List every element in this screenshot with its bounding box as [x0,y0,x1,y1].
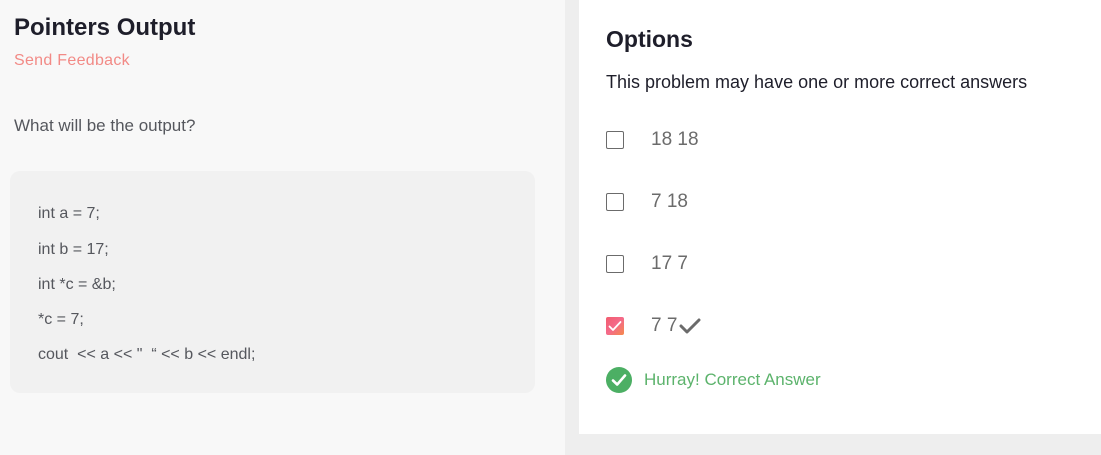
code-line: *c = 7; [38,311,84,328]
checkbox[interactable] [606,131,624,149]
result-text: Hurray! Correct Answer [644,370,821,389]
option-item[interactable]: 18 18 [606,126,906,154]
problem-panel: Pointers Output Send Feedback What will … [0,0,565,455]
options-subtitle: This problem may have one or more correc… [606,72,1028,92]
option-label: 17 7 [651,253,688,274]
code-line: int *c = &b; [38,276,116,293]
send-feedback-link[interactable]: Send Feedback [14,52,130,70]
option-label: 7 18 [651,191,688,212]
success-check-icon [606,367,632,393]
checkbox[interactable] [606,193,624,211]
result-message: Hurray! Correct Answer [606,367,821,393]
code-line: cout << a << " “ << b << endl; [38,346,256,363]
option-item[interactable]: 7 7 [606,312,906,340]
code-line: int a = 7; [38,205,100,222]
option-label: 7 7 [651,315,678,336]
code-line: int b = 17; [38,241,109,258]
question-text: What will be the output? [14,116,196,135]
checked-checkbox[interactable] [606,317,624,335]
option-item[interactable]: 7 18 [606,188,906,216]
correct-check-icon [679,318,701,334]
option-label: 18 18 [651,129,699,150]
checkmark-icon [608,321,622,331]
option-item[interactable]: 17 7 [606,250,906,278]
problem-title: Pointers Output [14,14,196,41]
code-block: int a = 7; int b = 17; int *c = &b; *c =… [10,171,535,393]
options-title: Options [606,26,693,52]
options-panel: Options This problem may have one or mor… [579,0,1101,434]
checkbox[interactable] [606,255,624,273]
